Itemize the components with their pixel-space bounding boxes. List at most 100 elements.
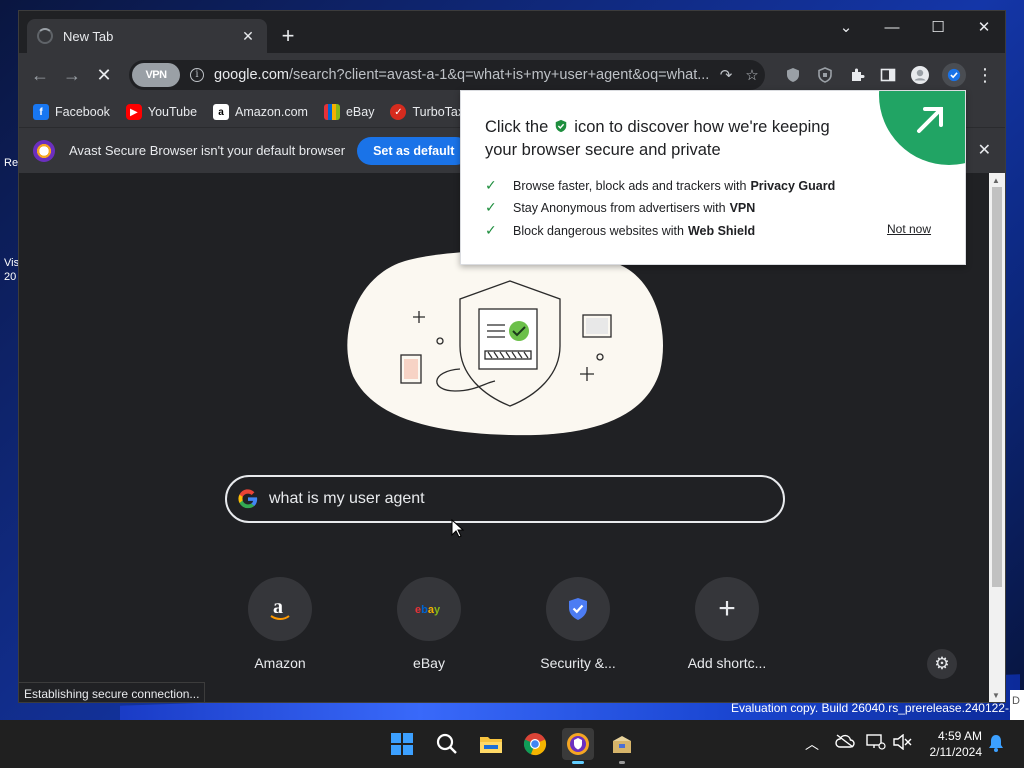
customize-gear-icon[interactable]: ⚙ — [927, 649, 957, 679]
shortcut-label: Security &... — [540, 655, 616, 671]
feature-text: Browse faster, block ads and trackers wi… — [513, 178, 747, 193]
back-button[interactable]: ← — [29, 64, 51, 86]
scroll-up-arrow-icon[interactable]: ▲ — [992, 176, 1000, 185]
address-bar[interactable]: VPN i google.com/search?client=avast-a-1… — [129, 60, 765, 90]
desktop-icon-label[interactable]: 20 — [4, 271, 16, 283]
url-path: /search?client=avast-a-1&q=what+is+my+us… — [288, 67, 710, 83]
page-scrollbar[interactable]: ▲ ▼ — [989, 173, 1005, 702]
chrome-icon[interactable] — [519, 728, 551, 760]
clock-time: 4:59 AM — [937, 729, 982, 743]
bookmark-label: Amazon.com — [235, 105, 308, 119]
popup-feature-row: ✓ Block dangerous websites with Web Shiel… — [485, 222, 755, 239]
set-as-default-button[interactable]: Set as default — [357, 136, 471, 165]
shortcut-ebay[interactable]: ebay eBay — [373, 577, 485, 671]
vpn-button[interactable]: VPN — [132, 63, 180, 87]
taskbar: ︿ 4:59 AM 2/11/2024 — [0, 720, 1024, 768]
desktop-icon-label[interactable]: Re — [4, 157, 18, 169]
maximize-button[interactable]: ☐ — [918, 17, 958, 39]
site-info-icon[interactable]: i — [190, 68, 204, 82]
shortcut-add[interactable]: + Add shortc... — [671, 577, 783, 671]
ebay-icon: ebay — [397, 577, 461, 641]
onedrive-cloud-icon[interactable] — [835, 734, 855, 751]
status-bubble: Establishing secure connection... — [19, 682, 206, 702]
search-query-text: what is my user agent — [269, 490, 425, 507]
svg-text:ebay: ebay — [415, 604, 441, 616]
check-icon: ✓ — [485, 177, 497, 193]
desktop-edge-window[interactable]: D — [1010, 690, 1024, 720]
search-icon[interactable] — [431, 728, 463, 760]
scrollbar-thumb[interactable] — [992, 187, 1002, 587]
youtube-icon: ▶ — [125, 104, 142, 120]
privacy-extension-icon[interactable] — [814, 64, 836, 86]
security-onboarding-popup: Click the icon to discover how we're keep… — [460, 90, 966, 265]
show-hidden-icons-chevron-icon[interactable]: ︿ — [805, 734, 819, 754]
running-app-indicator — [619, 761, 625, 764]
clock-date: 2/11/2024 — [929, 745, 983, 759]
stop-loading-button[interactable]: ✕ — [93, 64, 115, 86]
privacy-guard-extension-icon[interactable] — [782, 64, 804, 86]
infobar-message: Avast Secure Browser isn't your default … — [69, 143, 346, 158]
avast-logo-icon — [33, 139, 55, 162]
share-icon[interactable]: ↷ — [713, 66, 739, 84]
url-text[interactable]: google.com/search?client=avast-a-1&q=wha… — [214, 67, 713, 83]
plus-icon: + — [695, 577, 759, 641]
network-monitor-icon[interactable] — [866, 734, 886, 753]
desktop-icon-label[interactable]: Vis — [4, 257, 19, 269]
shortcut-amazon[interactable]: a Amazon — [224, 577, 336, 671]
arrow-up-right-icon — [917, 107, 943, 133]
turbotax-icon: ✓ — [390, 104, 407, 120]
facebook-icon: f — [33, 104, 49, 120]
forward-button[interactable]: → — [61, 64, 83, 86]
url-host: google.com — [214, 67, 289, 83]
notification-bell-icon[interactable] — [988, 734, 1004, 755]
tab-search-chevron-icon[interactable]: ⌄ — [826, 17, 866, 39]
avast-browser-icon[interactable] — [562, 728, 594, 764]
minimize-button[interactable]: — — [872, 17, 912, 39]
ebay-icon — [323, 104, 340, 120]
amazon-icon: a — [213, 104, 230, 120]
security-privacy-center-icon[interactable] — [942, 63, 966, 87]
file-explorer-icon[interactable] — [475, 728, 507, 760]
bookmark-star-icon[interactable]: ☆ — [739, 66, 765, 84]
shortcut-security[interactable]: Security &... — [522, 577, 634, 671]
shortcut-label: Amazon — [254, 655, 306, 671]
bookmark-ebay[interactable]: eBay — [323, 104, 375, 120]
start-windows-icon[interactable] — [386, 728, 418, 760]
extensions-puzzle-icon[interactable] — [846, 64, 868, 86]
scroll-down-arrow-icon[interactable]: ▼ — [992, 691, 1000, 700]
bookmark-label: eBay — [345, 105, 375, 119]
security-illustration — [347, 251, 663, 436]
amazon-icon: a — [248, 577, 312, 641]
tab-new-tab[interactable]: New Tab ✕ — [27, 19, 267, 53]
search-input[interactable]: what is my user agent — [225, 475, 785, 523]
feature-text: Stay Anonymous from advertisers with — [513, 200, 726, 215]
feature-name: VPN — [729, 200, 756, 215]
tab-close-icon[interactable]: ✕ — [239, 28, 257, 45]
infobar-close-icon[interactable]: ✕ — [978, 140, 991, 160]
bookmark-label: Facebook — [55, 105, 110, 119]
evaluation-watermark: Evaluation copy. Build 26040.rs_prerelea… — [731, 701, 1022, 715]
popup-feature-row: ✓ Browse faster, block ads and trackers … — [485, 177, 835, 194]
check-icon: ✓ — [485, 222, 497, 238]
profile-avatar-icon[interactable] — [909, 64, 931, 86]
not-now-link[interactable]: Not now — [887, 222, 931, 236]
popup-title: Click the icon to discover how we're keep… — [485, 116, 865, 162]
shortcut-label: eBay — [413, 655, 445, 671]
feature-name: Web Shield — [687, 223, 756, 238]
bookmark-facebook[interactable]: f Facebook — [33, 104, 110, 120]
popup-feature-row: ✓ Stay Anonymous from advertisers with VP… — [485, 199, 755, 216]
tab-title: New Tab — [63, 28, 114, 44]
tab-strip: New Tab ✕ + ⌄ — ☐ ✕ — [19, 11, 1005, 53]
taskbar-clock[interactable]: 4:59 AM 2/11/2024 — [922, 728, 983, 760]
google-logo-icon — [238, 489, 258, 509]
menu-kebab-icon[interactable]: ⋮ — [974, 64, 996, 86]
close-window-button[interactable]: ✕ — [964, 17, 1004, 39]
side-panel-icon[interactable] — [877, 64, 899, 86]
volume-muted-icon[interactable] — [893, 733, 913, 753]
bookmark-youtube[interactable]: ▶ YouTube — [125, 104, 197, 120]
mouse-cursor-icon — [451, 519, 465, 538]
svg-text:a: a — [273, 596, 283, 618]
new-tab-button[interactable]: + — [277, 25, 299, 47]
installer-app-icon[interactable] — [606, 728, 638, 764]
bookmark-amazon[interactable]: a Amazon.com — [213, 104, 308, 120]
